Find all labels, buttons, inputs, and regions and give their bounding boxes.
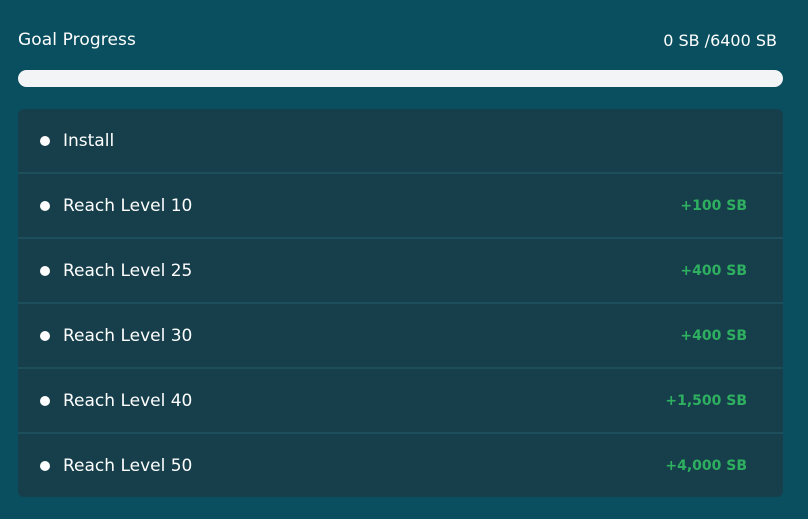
- goal-label: Reach Level 10: [63, 195, 193, 216]
- goal-item-level-25: Reach Level 25 +400 SB: [18, 239, 783, 304]
- bullet-icon: [40, 265, 50, 276]
- goal-progress-panel: Goal Progress 0 SB /6400 SB Install Reac…: [0, 0, 808, 519]
- goal-label: Install: [63, 130, 115, 151]
- goal-label: Reach Level 50: [63, 455, 193, 476]
- goal-reward: +1,500 SB: [665, 392, 747, 409]
- bullet-icon: [40, 135, 50, 146]
- bullet-icon: [40, 200, 50, 211]
- goal-item-level-30: Reach Level 30 +400 SB: [18, 304, 783, 369]
- bullet-icon: [40, 395, 50, 406]
- goal-item-level-10: Reach Level 10 +100 SB: [18, 174, 783, 239]
- goal-label: Reach Level 25: [63, 260, 193, 281]
- goal-progress-header: Goal Progress 0 SB /6400 SB: [18, 0, 783, 80]
- goal-item-level-50: Reach Level 50 +4,000 SB: [18, 434, 783, 497]
- goal-reward: +400 SB: [680, 327, 747, 344]
- bullet-icon: [40, 330, 50, 341]
- bullet-icon: [40, 460, 50, 471]
- goal-item-install: Install: [18, 109, 783, 174]
- goal-item-level-40: Reach Level 40 +1,500 SB: [18, 369, 783, 434]
- goal-progress-bar: [18, 70, 783, 87]
- goal-reward: +400 SB: [680, 262, 747, 279]
- goal-list: Install Reach Level 10 +100 SB Reach Lev…: [18, 109, 783, 497]
- goal-reward: +100 SB: [680, 197, 747, 214]
- goal-progress-title: Goal Progress: [18, 30, 136, 50]
- goal-progress-total: 0 SB /6400 SB: [663, 30, 777, 50]
- goal-label: Reach Level 30: [63, 325, 193, 346]
- goal-label: Reach Level 40: [63, 390, 193, 411]
- goal-reward: +4,000 SB: [665, 457, 747, 474]
